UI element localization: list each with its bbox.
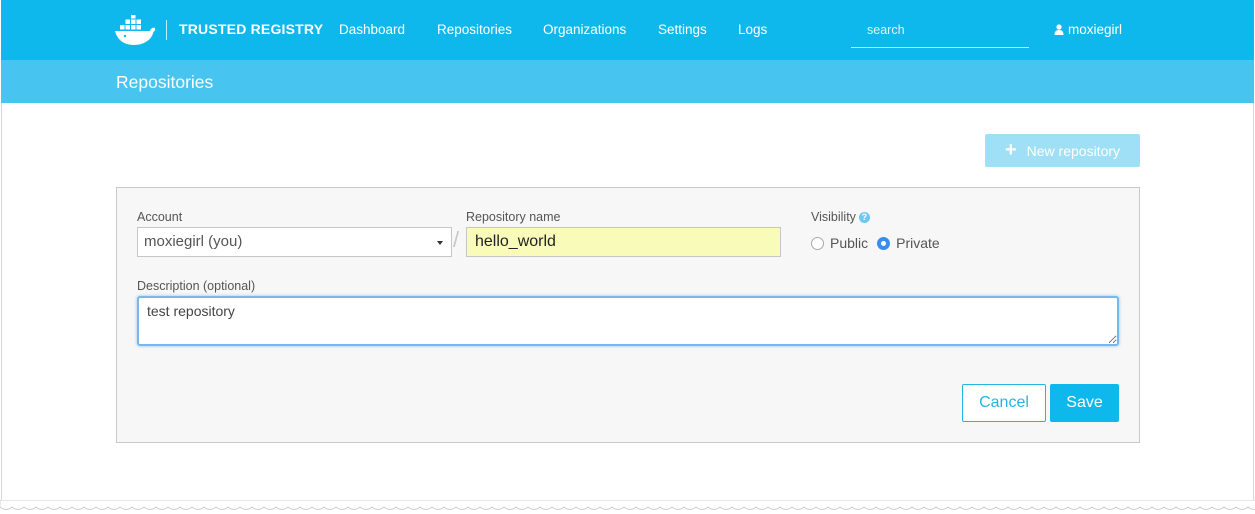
username: moxiegirl [1068, 22, 1123, 37]
account-label: Account [137, 210, 183, 224]
caret-down-icon [437, 241, 443, 245]
nav-link-settings[interactable]: Settings [658, 22, 707, 37]
user-menu[interactable]: moxiegirl [1054, 22, 1122, 37]
save-button[interactable]: Save [1050, 384, 1119, 422]
new-repository-label: New repository [1026, 142, 1121, 159]
new-repository-button[interactable]: + New repository [985, 134, 1140, 167]
account-select[interactable]: moxiegirl (you) [137, 227, 452, 257]
visibility-label-text: Visibility [811, 210, 856, 224]
account-selected-value: moxiegirl (you) [144, 233, 243, 250]
search-box [851, 14, 1029, 48]
page-header: Repositories [1, 60, 1254, 103]
path-separator: / [453, 227, 460, 252]
repository-name-input[interactable] [466, 227, 781, 257]
description-textarea[interactable]: test repository [137, 296, 1119, 346]
description-label: Description (optional) [137, 279, 256, 293]
docker-whale-icon[interactable] [114, 15, 158, 47]
page-title: Repositories [116, 72, 214, 92]
brand-title[interactable]: TRUSTED REGISTRY [179, 21, 323, 37]
visibility-public-radio[interactable] [811, 236, 824, 250]
nav-link-logs[interactable]: Logs [738, 22, 767, 37]
help-icon[interactable]: ? [858, 212, 870, 223]
torn-edge [0, 500, 1255, 510]
search-input[interactable] [851, 14, 1029, 44]
plus-icon: + [1004, 138, 1017, 161]
visibility-label: Visibility? [811, 210, 870, 224]
cancel-button[interactable]: Cancel [962, 384, 1046, 422]
nav-link-organizations[interactable]: Organizations [543, 22, 626, 37]
brand-divider [166, 20, 167, 40]
visibility-private-label[interactable]: Private [896, 235, 940, 251]
visibility-public-label[interactable]: Public [830, 235, 868, 251]
nav-link-repositories[interactable]: Repositories [437, 22, 512, 37]
user-icon [1054, 24, 1064, 35]
visibility-radio-group: Public Private [811, 235, 949, 251]
repository-name-label: Repository name [466, 210, 561, 224]
visibility-private-radio[interactable] [877, 236, 891, 250]
nav-link-dashboard[interactable]: Dashboard [339, 22, 405, 37]
